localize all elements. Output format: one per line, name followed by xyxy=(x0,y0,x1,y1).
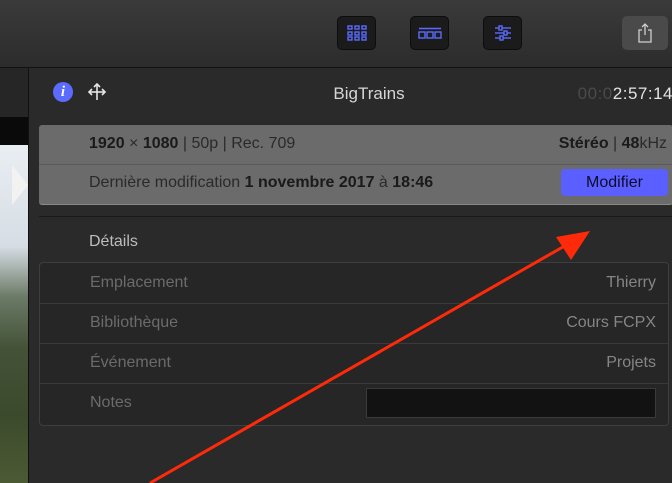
row-value: Thierry xyxy=(606,274,656,291)
timecode-leading: 00:0 xyxy=(577,84,613,103)
share-button[interactable] xyxy=(622,16,668,50)
modify-button[interactable]: Modifier xyxy=(561,169,668,196)
selection-pointer xyxy=(12,165,28,205)
sliders-icon xyxy=(494,25,511,41)
timeline-button[interactable] xyxy=(410,16,449,50)
row-value: Cours FCPX xyxy=(566,314,656,331)
video-format: 1920 × 1080 | 50p | Rec. 709 xyxy=(89,135,296,152)
transform-icon[interactable] xyxy=(87,82,107,102)
inspector-button[interactable] xyxy=(483,16,522,50)
row-label: Événement xyxy=(90,354,171,371)
info-icon[interactable]: i xyxy=(53,82,73,102)
details-row-event[interactable]: Événement Projets xyxy=(40,343,668,384)
details-table: Emplacement Thierry Bibliothèque Cours F… xyxy=(39,262,669,426)
details-row-notes: Notes xyxy=(40,383,668,423)
inspector-header: i BigTrains 00:02:57:14 xyxy=(29,68,672,120)
timecode: 00:02:57:14 xyxy=(578,84,672,104)
details-row-location[interactable]: Emplacement Thierry xyxy=(40,263,668,304)
divider xyxy=(39,216,672,217)
browser-header-strip xyxy=(0,117,28,145)
row-label: Bibliothèque xyxy=(90,314,179,331)
filmstrip-icon xyxy=(417,27,442,39)
details-heading: Détails xyxy=(89,233,138,250)
timecode-value: 2:57:14 xyxy=(612,84,672,103)
toolbar xyxy=(0,0,672,68)
format-row: 1920 × 1080 | 50p | Rec. 709 Stéréo | 48… xyxy=(39,125,672,165)
last-modified: Dernière modification 1 novembre 2017 à … xyxy=(89,174,434,191)
metadata-header: 1920 × 1080 | 50p | Rec. 709 Stéréo | 48… xyxy=(39,125,672,205)
inspector-panel: i BigTrains 00:02:57:14 1920 × 1080 | 50… xyxy=(28,68,672,483)
grid-icon xyxy=(346,25,367,41)
row-value: Projets xyxy=(606,354,656,371)
notes-field[interactable] xyxy=(366,388,656,418)
browser-grid-button[interactable] xyxy=(337,16,376,50)
row-label: Notes xyxy=(90,394,132,411)
clip-title: BigTrains xyxy=(333,84,405,103)
audio-format: Stéréo | 48kHz xyxy=(558,135,667,152)
row-label: Emplacement xyxy=(90,274,188,291)
share-icon xyxy=(638,23,652,43)
details-row-library[interactable]: Bibliothèque Cours FCPX xyxy=(40,303,668,344)
modified-row: Dernière modification 1 novembre 2017 à … xyxy=(39,165,672,204)
